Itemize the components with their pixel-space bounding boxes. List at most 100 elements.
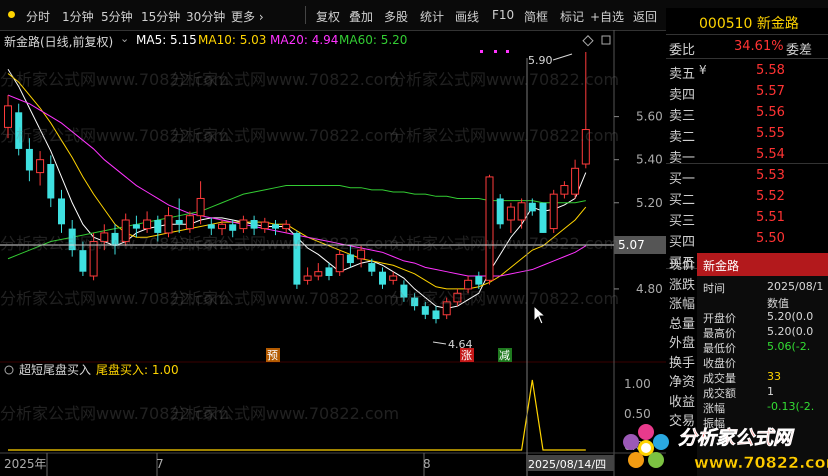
- x-label-7: 7: [156, 457, 164, 471]
- tooltip-row: 时间 2025/08/1: [697, 280, 828, 295]
- tooltip-row: 成交额 1: [697, 385, 828, 400]
- candle-body: [47, 164, 55, 199]
- candle-body: [432, 310, 440, 320]
- logo-text: 分析家公式网: [678, 427, 795, 449]
- weibi-label: 委比: [669, 43, 696, 58]
- tooltip-value: 5.06(-2.: [767, 340, 811, 353]
- watermark-5: 分析家公式网www.70822.com: [170, 126, 400, 145]
- mouse-pointer-icon: [533, 305, 547, 325]
- bid-row[interactable]: 买一 5.53: [666, 165, 828, 187]
- chart-info-line: 新金路(日线,前复权) ⌄ MA5: 5.15 MA10: 5.03 MA20:…: [0, 31, 600, 49]
- quote-field-label: 涨幅: [669, 297, 696, 312]
- cursor-date-label: 2025/08/14/四: [528, 458, 606, 471]
- candle-body: [335, 253, 344, 273]
- period-more[interactable]: 更多 ›: [231, 8, 264, 25]
- tongji-button[interactable]: 统计: [420, 8, 444, 25]
- ask-label: 卖四: [669, 88, 696, 103]
- candle-body: [368, 263, 376, 272]
- bid-row[interactable]: 买三 5.51: [666, 207, 828, 229]
- stock-code-name[interactable]: 000510 新金路: [699, 13, 799, 33]
- huaxian-button[interactable]: 画线: [455, 8, 479, 25]
- candle-body: [549, 193, 558, 230]
- watermark-6: 分析家公式网www.70822.com: [390, 126, 620, 145]
- candle-body: [560, 185, 569, 195]
- candle-body: [196, 197, 205, 217]
- f10-button[interactable]: F10: [492, 8, 514, 22]
- price-tick-label: 5.40: [636, 153, 663, 167]
- ask-row[interactable]: 卖三 5.56: [666, 102, 828, 124]
- bid-row[interactable]: 买四 5.50: [666, 228, 828, 250]
- candle-body: [571, 167, 580, 195]
- tooltip-key: 最高价: [703, 327, 736, 340]
- bid-row[interactable]: 买二 5.52: [666, 186, 828, 208]
- candle-body: [250, 220, 258, 229]
- ask-label: 卖五: [669, 67, 696, 82]
- period-5min[interactable]: 5分钟: [101, 8, 133, 25]
- settings-icon[interactable]: [601, 35, 611, 45]
- price-axis: 5.605.405.205.004.80: [614, 110, 663, 296]
- tooltip-key: 成交额: [703, 387, 736, 400]
- watermark-3: 分析家公式网www.70822.com: [390, 70, 620, 89]
- diejia-button[interactable]: 叠加: [349, 8, 373, 25]
- candle-body: [272, 224, 279, 229]
- quote-field-label: 总量: [669, 316, 696, 332]
- ask-row[interactable]: 卖二 5.55: [666, 123, 828, 145]
- candle-body: [239, 219, 248, 230]
- tooltip-value: 33: [767, 370, 781, 383]
- tag-jian: 减: [499, 349, 510, 362]
- tooltip-value: 5.20(0.0: [767, 325, 814, 338]
- site-logo: 分析家公式网 www.70822.com: [623, 424, 828, 472]
- candle-body: [485, 176, 494, 281]
- toolbar-dot-icon: [8, 11, 15, 18]
- ma10-label: MA10: 5.03: [198, 33, 267, 47]
- tooltip-key: 最低价: [703, 342, 736, 355]
- duogu-button[interactable]: 多股: [384, 8, 408, 25]
- flower-logo-icon: [623, 424, 669, 468]
- period-15min[interactable]: 15分钟: [141, 8, 180, 25]
- watermark-2: 分析家公式网www.70822.com: [170, 70, 400, 89]
- tooltip-key: 时间: [703, 282, 725, 295]
- price-tick-label: 5.60: [636, 110, 663, 124]
- tooltip-row: 收盘价: [697, 355, 828, 370]
- bid-price: 5.53: [756, 168, 785, 183]
- period-1min[interactable]: 1分钟: [62, 8, 94, 25]
- quote-field-label: 换手: [669, 355, 696, 371]
- ma5-label: MA5: 5.15: [136, 33, 197, 47]
- indicator-name: 超短尾盘买入: [19, 362, 91, 377]
- collapse-chevron-icon[interactable]: ⌄: [120, 32, 129, 45]
- watermark-11: 分析家公式网www.70822.com: [170, 289, 400, 308]
- watermark-12: 分析家公式网www.70822.com: [390, 289, 620, 308]
- high-arrow: [552, 53, 573, 61]
- period-30min[interactable]: 30分钟: [186, 8, 225, 25]
- ask-row[interactable]: 卖五 ¥5.58: [666, 60, 828, 82]
- candle-body: [260, 221, 269, 230]
- ask-row[interactable]: 卖四 5.57: [666, 81, 828, 103]
- ask-row[interactable]: 卖一 5.54: [666, 144, 828, 166]
- indicator-signal-label: 尾盘买入: 1.00: [96, 362, 179, 377]
- tag-yu: 预: [267, 349, 278, 362]
- ma20-label: MA20: 4.94: [270, 33, 339, 47]
- ask-flag: ¥: [699, 63, 707, 77]
- ask-price: 5.55: [756, 126, 785, 141]
- fuquan-button[interactable]: 复权: [316, 8, 340, 25]
- bid-price: 5.50: [756, 231, 785, 246]
- weibi-value: 34.61%: [734, 39, 784, 54]
- tooltip-row: 最低价 5.06(-2.: [697, 340, 828, 355]
- low-arrow: [432, 341, 447, 345]
- ma60-label: MA60: 5.20: [339, 33, 408, 47]
- zixuan-button[interactable]: +自选: [590, 8, 624, 25]
- quote-field-label: 净资: [669, 375, 696, 390]
- candle-body: [282, 223, 291, 230]
- bid-label: 买三: [669, 214, 696, 229]
- fanhui-button[interactable]: 返回: [633, 8, 657, 25]
- tooltip-row: 成交量 33: [697, 370, 828, 385]
- candle-body: [58, 198, 65, 225]
- jiankuang-button[interactable]: 简框: [524, 8, 548, 25]
- candle-body: [175, 220, 183, 225]
- biaoji-button[interactable]: 标记: [560, 8, 584, 25]
- candle-body: [539, 202, 547, 233]
- x-label-year: 2025年: [4, 457, 47, 471]
- price-tick-label: 4.80: [636, 282, 663, 296]
- period-fenshi[interactable]: 分时: [26, 8, 50, 25]
- candle-body: [325, 267, 333, 276]
